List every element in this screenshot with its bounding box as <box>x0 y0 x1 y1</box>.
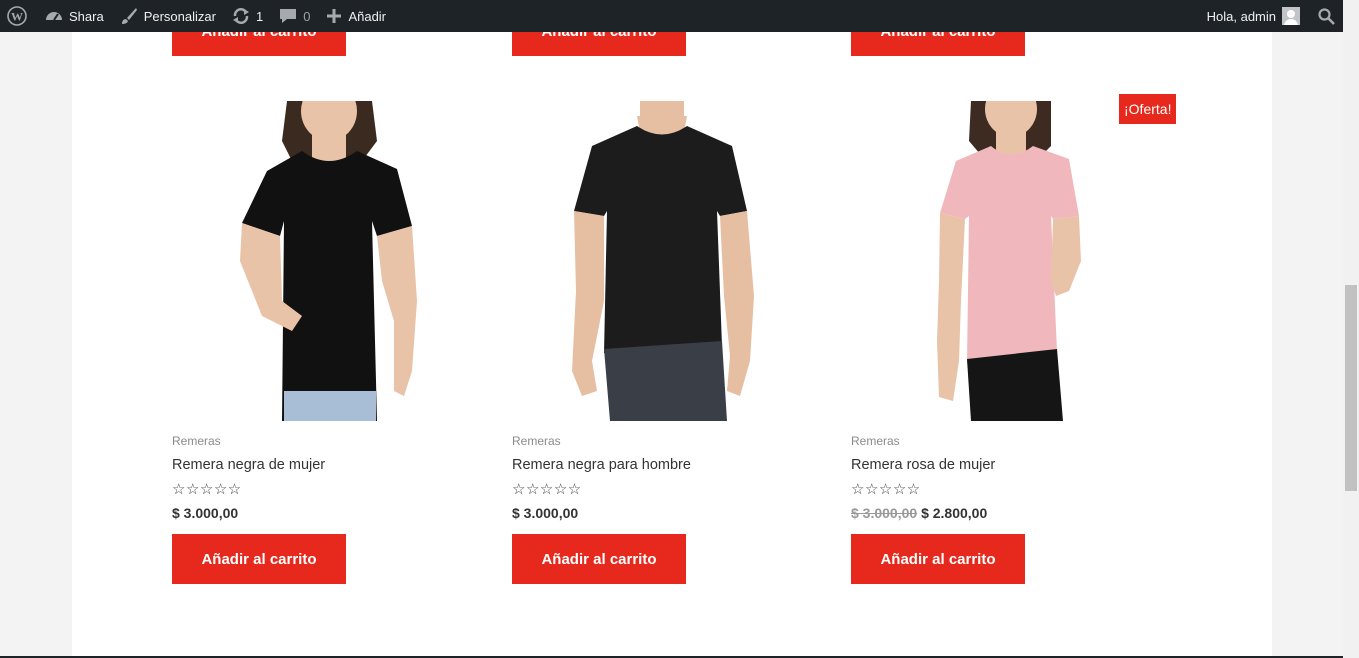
product-category[interactable]: Remeras <box>512 434 561 448</box>
product-title[interactable]: Remera negra para hombre <box>512 457 691 473</box>
rating-stars: ☆☆☆☆☆ <box>172 480 242 498</box>
old-price: $ 3.000,00 <box>851 505 918 521</box>
site-name-label: Shara <box>69 8 104 24</box>
add-to-cart-button[interactable]: Añadir al carrito <box>851 534 1025 584</box>
product-image-black-men-tshirt[interactable] <box>512 101 812 421</box>
vertical-scrollbar[interactable] <box>1343 0 1359 658</box>
svg-text:W: W <box>11 10 23 24</box>
product-image-black-women-tshirt[interactable] <box>172 101 472 421</box>
avatar <box>1282 7 1300 25</box>
add-to-cart-button[interactable]: Añadir al carrito <box>172 534 346 584</box>
product-category[interactable]: Remeras <box>172 434 221 448</box>
product-title[interactable]: Remera negra de mujer <box>172 457 325 473</box>
product-title[interactable]: Remera rosa de mujer <box>851 457 995 473</box>
product-price: $ 3.000,00 <box>512 505 579 521</box>
rating-stars: ☆☆☆☆☆ <box>512 480 582 498</box>
comments-link[interactable]: 0 <box>271 0 318 32</box>
brush-icon <box>121 8 137 24</box>
sale-badge: ¡Oferta! <box>1119 94 1177 124</box>
shop-content: Añadir al carrito Añadir al carrito Añad… <box>72 0 1272 658</box>
add-to-cart-button[interactable]: Añadir al carrito <box>512 534 686 584</box>
customize-label: Personalizar <box>143 8 216 24</box>
updates-icon <box>232 8 249 24</box>
product-category[interactable]: Remeras <box>851 434 900 448</box>
site-name-link[interactable]: Shara <box>37 0 112 32</box>
plus-icon <box>327 9 342 23</box>
search-button[interactable] <box>1308 0 1343 32</box>
dashboard-gauge-icon <box>46 12 62 21</box>
my-account-link[interactable]: Hola, admin <box>1199 0 1308 32</box>
new-content-link[interactable]: Añadir <box>318 0 394 32</box>
comment-bubble-icon <box>280 9 297 23</box>
updates-count: 1 <box>255 8 264 24</box>
sale-price: $ 2.800,00 <box>921 505 988 521</box>
rating-stars: ☆☆☆☆☆ <box>851 480 921 498</box>
greeting-text: Hola, admin <box>1206 8 1276 24</box>
product-price: $ 3.000,00 <box>172 505 239 521</box>
search-icon <box>1318 7 1335 25</box>
customize-link[interactable]: Personalizar <box>112 0 224 32</box>
wp-admin-bar: W Shara Personalizar 1 0 Añadir Hola, ad… <box>0 0 1343 32</box>
updates-link[interactable]: 1 <box>224 0 271 32</box>
comments-count: 0 <box>303 8 311 24</box>
product-image-pink-women-tshirt[interactable] <box>851 101 1151 421</box>
new-content-label: Añadir <box>348 8 387 24</box>
product-price: $ 3.000,00 $ 2.800,00 <box>851 505 987 521</box>
scrollbar-thumb[interactable] <box>1345 285 1357 491</box>
wordpress-logo-icon[interactable]: W <box>0 0 37 32</box>
